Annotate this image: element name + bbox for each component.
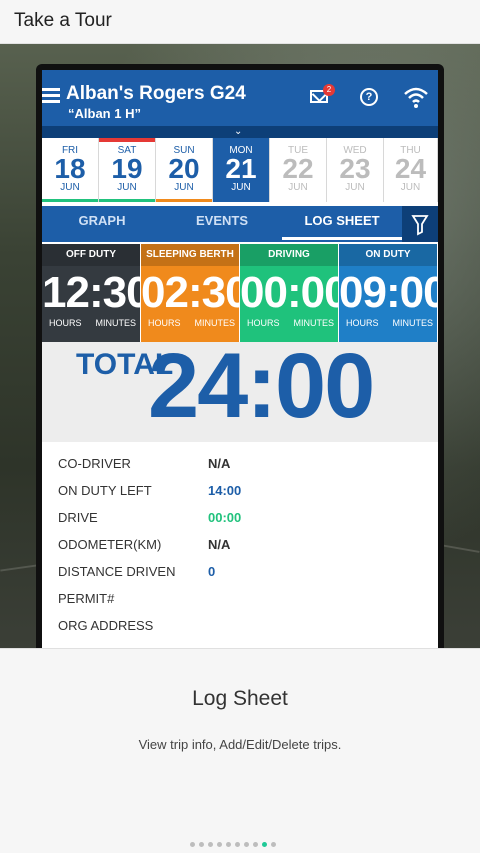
page-dot[interactable] (208, 842, 213, 847)
info-row-permit: PERMIT# (58, 591, 115, 606)
status-sleeping-berth[interactable]: SLEEPING BERTH 02:30 HOURS MINUTES (141, 244, 250, 342)
info-row-org-address: ORG ADDRESS (58, 618, 154, 633)
day-tue-22[interactable]: TUE 22 JUN (270, 138, 327, 202)
info-row-distance-driven: DISTANCE DRIVEN 0 (58, 564, 216, 579)
tab-graph[interactable]: GRAPH (42, 206, 162, 242)
page-dot[interactable] (235, 842, 240, 847)
day-wed-23[interactable]: WED 23 JUN (327, 138, 384, 202)
window-title: Take a Tour (14, 10, 112, 31)
page-dot[interactable] (253, 842, 258, 847)
mail-badge: 2 (323, 84, 335, 96)
help-icon[interactable]: ? (360, 88, 378, 106)
info-row-on-duty-left: ON DUTY LEFT 14:00 (58, 483, 242, 498)
tour-title: Log Sheet (192, 687, 288, 710)
info-row-odometer: ODOMETER(KM) N/A (58, 537, 231, 552)
app-screen: Alban's Rogers G24 “Alban 1 H” 2 ? ⌄ FRI… (42, 70, 438, 648)
day-sat-19[interactable]: SAT 19 JUN (99, 138, 156, 202)
status-off-duty[interactable]: OFF DUTY 12:30 HOURS MINUTES (42, 244, 151, 342)
day-sun-20[interactable]: SUN 20 JUN (156, 138, 213, 202)
page-indicator (190, 834, 280, 847)
filter-icon[interactable] (402, 206, 438, 242)
status-on-duty[interactable]: ON DUTY 09:00 HOURS MINUTES (339, 244, 438, 342)
status-driving[interactable]: DRIVING 00:00 HOURS MINUTES (240, 244, 349, 342)
page-dot[interactable] (199, 842, 204, 847)
info-row-drive: DRIVE 00:00 (58, 510, 242, 525)
driver-subtitle: “Alban 1 H” (68, 106, 141, 121)
tour-description: View trip info, Add/Edit/Delete trips. (138, 737, 342, 752)
tab-log-sheet[interactable]: LOG SHEET (282, 206, 402, 242)
page-dot[interactable] (262, 842, 267, 847)
hamburger-menu-icon[interactable] (42, 88, 60, 104)
page-dot[interactable] (271, 842, 276, 847)
driver-name: Alban's Rogers G24 (66, 83, 246, 104)
total-value: 24:00 (148, 335, 375, 437)
total-panel: TOTAL 24:00 (42, 335, 438, 442)
date-selector: FRI 18 JUN SAT 19 JUN SUN 20 JUN MON 21 … (42, 138, 438, 202)
wifi-icon[interactable] (403, 84, 429, 110)
page-dot[interactable] (244, 842, 249, 847)
day-thu-24[interactable]: THU 24 JUN (384, 138, 438, 202)
page-dot[interactable] (217, 842, 222, 847)
top-bar: Take a Tour (0, 0, 480, 44)
day-fri-18[interactable]: FRI 18 JUN (42, 138, 99, 202)
tab-bar: GRAPH EVENTS LOG SHEET (42, 206, 438, 242)
chevron-down-icon[interactable]: ⌄ (234, 126, 242, 138)
info-row-co-driver: CO-DRIVER N/A (58, 456, 231, 471)
tour-caption-panel: Log Sheet View trip info, Add/Edit/Delet… (0, 648, 480, 853)
page-dot[interactable] (190, 842, 195, 847)
trip-info-list: CO-DRIVER N/A ON DUTY LEFT 14:00 DRIVE 00:0… (42, 452, 438, 641)
app-header: Alban's Rogers G24 “Alban 1 H” 2 ? (42, 70, 438, 126)
day-mon-21[interactable]: MON 21 JUN (213, 138, 270, 202)
page-dot[interactable] (226, 842, 231, 847)
tab-events[interactable]: EVENTS (162, 206, 282, 242)
